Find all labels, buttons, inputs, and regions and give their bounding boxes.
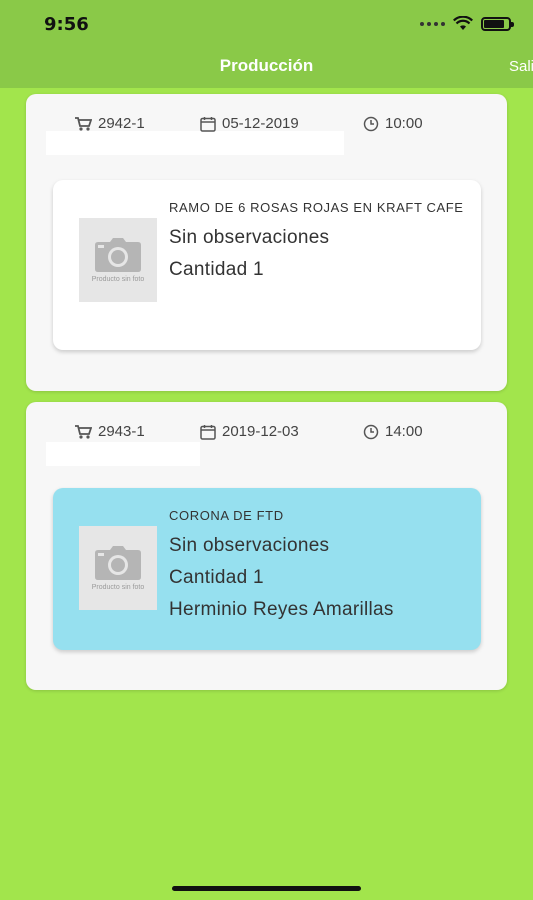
order-number: 2942-1: [74, 115, 145, 132]
product-quantity: Cantidad 1: [169, 259, 264, 280]
order-number-label: 2943-1: [98, 423, 145, 440]
calendar-icon: [200, 116, 216, 132]
calendar-icon: [200, 424, 216, 440]
order-card[interactable]: 2943-1 2019-12-03 14:00 Producto sin fot…: [26, 402, 507, 690]
clock-icon: [363, 424, 379, 439]
order-date: 05-12-2019: [200, 115, 299, 132]
status-icons: [420, 16, 514, 31]
product-card[interactable]: Producto sin foto CORONA DE FTD Sin obse…: [53, 488, 481, 650]
order-time: 14:00: [363, 423, 423, 440]
cart-icon: [75, 424, 92, 439]
wifi-icon: [453, 16, 473, 30]
order-meta: 2942-1 05-12-2019 10:00: [26, 115, 507, 137]
product-name: CORONA DE FTD: [169, 508, 284, 523]
product-assignee: Herminio Reyes Amarillas: [169, 599, 394, 620]
order-time-label: 10:00: [385, 115, 423, 132]
order-time-label: 14:00: [385, 423, 423, 440]
camera-icon: [95, 237, 141, 272]
product-notes: Sin observaciones: [169, 535, 330, 556]
photo-caption: Producto sin foto: [91, 275, 145, 283]
product-photo: Producto sin foto: [79, 218, 157, 302]
order-meta: 2943-1 2019-12-03 14:00: [26, 423, 507, 445]
battery-icon: [481, 16, 514, 31]
order-card[interactable]: 2942-1 05-12-2019 10:00 Producto sin fot…: [26, 94, 507, 391]
order-number: 2943-1: [74, 423, 145, 440]
photo-caption: Producto sin foto: [91, 583, 145, 591]
app-header: 9:56 Producción Salir: [0, 0, 533, 88]
product-name: RAMO DE 6 ROSAS ROJAS EN KRAFT CAFE: [169, 200, 464, 215]
exit-button[interactable]: Salir: [509, 58, 533, 75]
clock-icon: [363, 116, 379, 131]
order-field-box: [46, 442, 200, 466]
cart-icon: [75, 116, 92, 131]
home-indicator[interactable]: [172, 886, 361, 891]
order-time: 10:00: [363, 115, 423, 132]
order-date-label: 2019-12-03: [222, 423, 299, 440]
product-info: RAMO DE 6 ROSAS ROJAS EN KRAFT CAFE Sin …: [169, 200, 465, 280]
product-notes: Sin observaciones: [169, 227, 330, 248]
product-photo: Producto sin foto: [79, 526, 157, 610]
product-info: CORONA DE FTD Sin observaciones Cantidad…: [169, 508, 465, 620]
status-time: 9:56: [44, 14, 89, 35]
product-card[interactable]: Producto sin foto RAMO DE 6 ROSAS ROJAS …: [53, 180, 481, 350]
page-title: Producción: [219, 56, 314, 75]
order-date: 2019-12-03: [200, 423, 299, 440]
order-number-label: 2942-1: [98, 115, 145, 132]
product-quantity: Cantidad 1: [169, 567, 264, 588]
signal-icon: [420, 21, 445, 26]
order-date-label: 05-12-2019: [222, 115, 299, 132]
camera-icon: [95, 545, 141, 580]
